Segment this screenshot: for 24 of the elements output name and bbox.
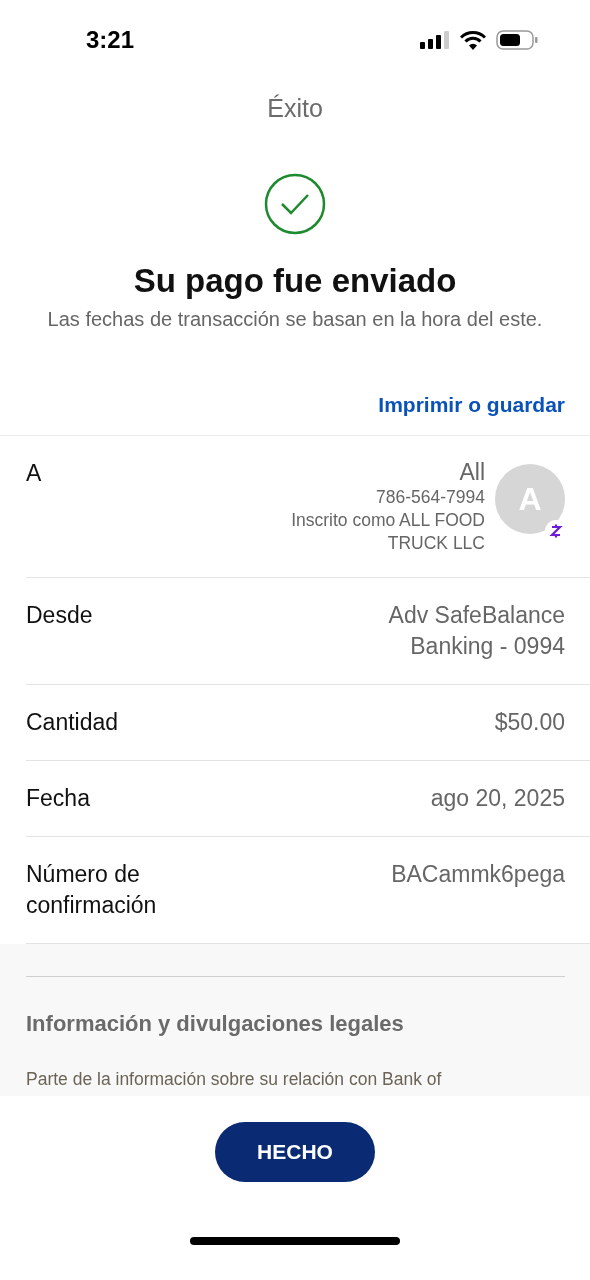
print-save-link[interactable]: Imprimir o guardar bbox=[378, 393, 565, 417]
detail-value: ago 20, 2025 bbox=[430, 784, 565, 813]
check-circle-icon bbox=[264, 173, 326, 235]
detail-label: Número de confirmación bbox=[26, 860, 158, 920]
success-heading: Su pago fue enviado bbox=[132, 262, 458, 300]
wifi-icon bbox=[460, 30, 486, 50]
detail-value: $50.00 bbox=[494, 708, 565, 737]
battery-icon bbox=[496, 30, 538, 50]
legal-text: Parte de la información sobre su relación con Bank of bbox=[26, 1069, 443, 1090]
recipient-phone: 786-564-7994 bbox=[376, 486, 485, 509]
detail-value: BACammk6pega bbox=[391, 860, 565, 889]
detail-label: Cantidad bbox=[26, 708, 119, 737]
screen-title: Éxito bbox=[266, 94, 324, 123]
recipient-note: Inscrito como ALL FOOD TRUCK LLC bbox=[290, 509, 485, 555]
detail-label: Desde bbox=[26, 601, 93, 630]
status-time: 3:21 bbox=[86, 26, 135, 54]
success-subtitle: Las fechas de transacción se basan en la hora del este. bbox=[46, 307, 544, 332]
legal-heading: Información y divulgaciones legales bbox=[26, 1011, 405, 1037]
signal-icon bbox=[420, 31, 450, 49]
detail-label: A bbox=[26, 459, 42, 488]
detail-label: Fecha bbox=[26, 784, 90, 813]
recipient-name: All bbox=[459, 458, 485, 486]
done-button[interactable]: HECHO bbox=[215, 1122, 375, 1182]
detail-value: Adv SafeBalance Banking - 0994 bbox=[387, 601, 565, 661]
